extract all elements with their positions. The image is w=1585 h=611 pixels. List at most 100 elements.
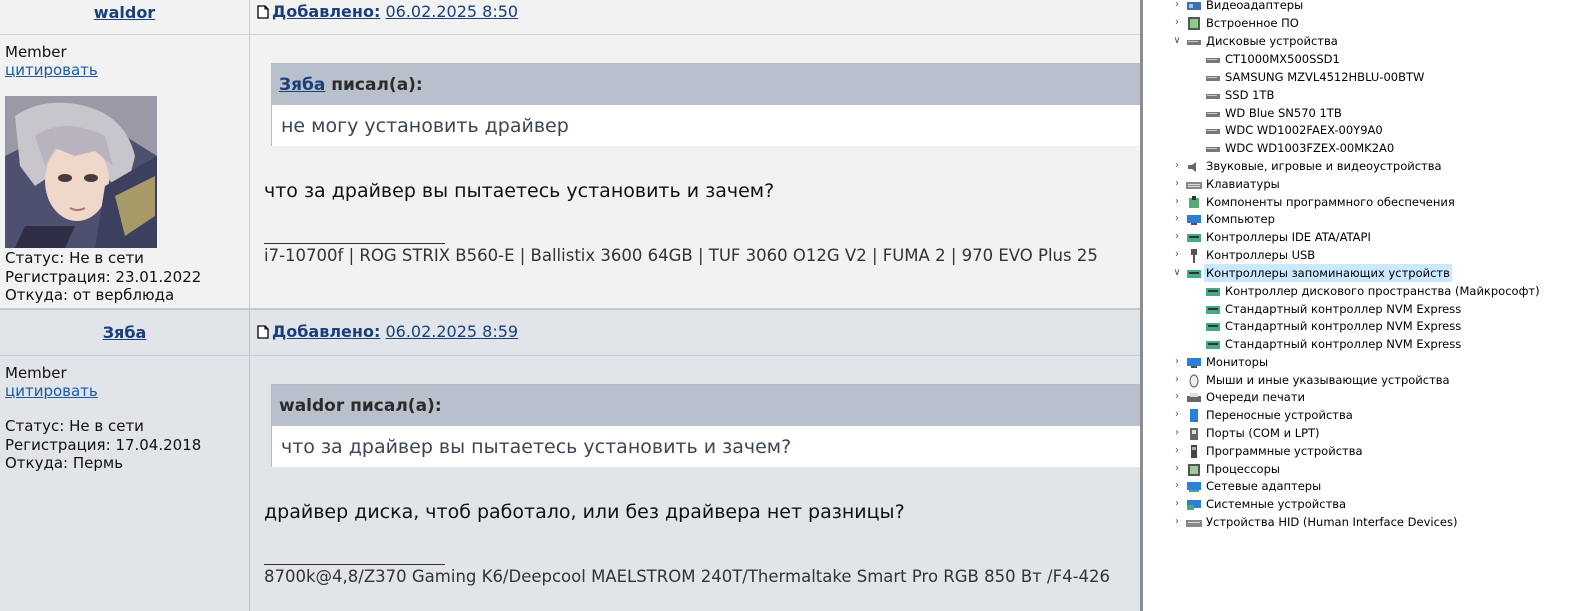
post-signature: i7-10700f | ROG STRIX B560-E | Ballistix… (264, 246, 1098, 265)
storage-controller-icon (1205, 303, 1221, 315)
storage-controller-icon (1205, 320, 1221, 332)
chevron-right-icon[interactable]: › (1171, 193, 1183, 211)
tree-category-monitors[interactable]: › Мониторы (1171, 353, 1571, 371)
tree-item-disk[interactable]: WDC WD1002FAEX-00Y9A0 (1205, 121, 1565, 139)
chevron-right-icon[interactable]: › (1171, 157, 1183, 175)
username-link[interactable]: waldor (0, 3, 249, 22)
chevron-right-icon[interactable]: › (1171, 495, 1183, 513)
disk-drive-icon (1205, 71, 1221, 83)
tree-label: Устройства HID (Human Interface Devices) (1206, 515, 1458, 529)
tree-category-disks[interactable]: ∨ Дисковые устройства (1171, 32, 1571, 50)
speaker-icon (1186, 160, 1202, 172)
tree-category-storage-controllers[interactable]: ∨ Контроллеры запоминающих устройств (1171, 264, 1571, 282)
storage-controller-icon (1205, 285, 1221, 297)
chevron-right-icon[interactable]: › (1171, 353, 1183, 371)
tree-item-storage-controller[interactable]: Стандартный контроллер NVM Express (1205, 335, 1575, 353)
device-manager-tree: › Видеоадаптеры › Встроенное ПО ∨ Дисков… (1140, 0, 1585, 611)
chevron-right-icon[interactable]: › (1171, 228, 1183, 246)
added-date[interactable]: 06.02.2025 8:59 (385, 322, 518, 341)
post-date: Добавлено: 06.02.2025 8:59 (257, 322, 518, 343)
tree-category-ide-controllers[interactable]: › Контроллеры IDE ATA/ATAPI (1171, 228, 1571, 246)
user-status: Статус: Не в сети (5, 249, 144, 267)
keyboard-icon (1186, 178, 1202, 190)
tree-label: Звуковые, игровые и видеоустройства (1206, 159, 1442, 173)
tree-category-keyboards[interactable]: › Клавиатуры (1171, 175, 1571, 193)
chevron-right-icon[interactable]: › (1171, 246, 1183, 264)
chevron-right-icon[interactable]: › (1171, 175, 1183, 193)
tree-label: Системные устройства (1206, 497, 1347, 511)
tree-item-disk[interactable]: WD Blue SN570 1TB (1205, 104, 1565, 122)
disk-drive-icon (1205, 107, 1221, 119)
tree-label: SSD 1TB (1225, 88, 1275, 102)
tree-category-firmware[interactable]: › Встроенное ПО (1171, 14, 1571, 32)
quote-suffix: писал(а): (331, 75, 423, 95)
firmware-icon (1186, 17, 1202, 30)
added-label[interactable]: Добавлено: (272, 322, 380, 341)
quote-link[interactable]: цитировать (5, 382, 98, 400)
tree-label: Стандартный контроллер NVM Express (1225, 319, 1462, 333)
quote-text: что за драйвер вы пытаетесь установить и… (281, 436, 792, 458)
chevron-right-icon[interactable]: › (1171, 460, 1183, 478)
quote-link[interactable]: цитировать (5, 61, 98, 79)
post-message: что за драйвер вы пытаетесь установить и… (264, 180, 775, 202)
tree-label: Клавиатуры (1206, 177, 1280, 191)
chevron-right-icon[interactable]: › (1171, 0, 1183, 14)
tree-label: Компьютер (1206, 212, 1275, 226)
tree-label: Встроенное ПО (1206, 16, 1299, 30)
chevron-right-icon[interactable]: › (1171, 388, 1183, 406)
tree-category-system-devices[interactable]: › Системные устройства (1171, 495, 1571, 513)
printer-icon (1186, 391, 1202, 403)
tree-item-storage-controller[interactable]: Стандартный контроллер NVM Express (1205, 300, 1575, 318)
username-link[interactable]: Зяба (0, 323, 249, 342)
tree-category-mice[interactable]: › Мыши и иные указывающие устройства (1171, 371, 1571, 389)
chevron-down-icon[interactable]: ∨ (1171, 32, 1183, 50)
tree-item-disk[interactable]: WDC WD1003FZEX-00MK2A0 (1205, 139, 1565, 157)
tree-item-disk[interactable]: SAMSUNG MZVL4512HBLU-00BTW (1205, 68, 1565, 86)
system-device-icon (1186, 498, 1202, 510)
chevron-down-icon[interactable]: ∨ (1171, 264, 1183, 282)
tree-label: WD Blue SN570 1TB (1225, 106, 1342, 120)
tree-item-storage-controller[interactable]: Стандартный контроллер NVM Express (1205, 317, 1575, 335)
tree-category-display-adapters[interactable]: › Видеоадаптеры (1171, 0, 1571, 14)
tree-label: Контроллер дискового пространства (Майкр… (1225, 284, 1540, 298)
disk-drive-icon (1205, 142, 1221, 154)
chevron-right-icon[interactable]: › (1171, 424, 1183, 442)
signature-divider (264, 243, 445, 244)
tree-label: Стандартный контроллер NVM Express (1225, 337, 1462, 351)
added-date[interactable]: 06.02.2025 8:50 (385, 2, 518, 21)
tree-category-computer[interactable]: › Компьютер (1171, 210, 1571, 228)
chevron-right-icon[interactable]: › (1171, 210, 1183, 228)
tree-label: Сетевые адаптеры (1206, 479, 1322, 493)
disk-drive-icon (1186, 35, 1202, 47)
tree-category-processors[interactable]: › Процессоры (1171, 460, 1571, 478)
tree-category-software-components[interactable]: › Компоненты программного обеспечения (1171, 193, 1571, 211)
tree-item-disk[interactable]: CT1000MX500SSD1 (1205, 50, 1565, 68)
forum-thread: waldor Member цитировать Статус: Не в се… (0, 0, 1140, 611)
tree-label: Компоненты программного обеспечения (1206, 195, 1455, 209)
tree-category-usb[interactable]: › Контроллеры USB (1171, 246, 1571, 264)
added-label[interactable]: Добавлено: (272, 2, 380, 21)
tree-category-network-adapters[interactable]: › Сетевые адаптеры (1171, 477, 1571, 495)
tree-item-storage-controller[interactable]: Контроллер дискового пространства (Майкр… (1205, 282, 1575, 300)
tree-label: Программные устройства (1206, 444, 1363, 458)
chevron-right-icon[interactable]: › (1171, 477, 1183, 495)
tree-label: Мыши и иные указывающие устройства (1206, 373, 1450, 387)
chevron-right-icon[interactable]: › (1171, 442, 1183, 460)
quote-block: waldor писал(а): что за драйвер вы пытае… (271, 384, 1140, 467)
tree-category-hid[interactable]: › Устройства HID (Human Interface Device… (1171, 513, 1571, 531)
tree-category-portable-devices[interactable]: › Переносные устройства (1171, 406, 1571, 424)
quote-author-link[interactable]: Зяба (279, 75, 325, 95)
user-status: Статус: Не в сети (5, 417, 144, 435)
tree-category-ports[interactable]: › Порты (COM и LPT) (1171, 424, 1571, 442)
chevron-right-icon[interactable]: › (1171, 406, 1183, 424)
chevron-right-icon[interactable]: › (1171, 513, 1183, 531)
chevron-right-icon[interactable]: › (1171, 371, 1183, 389)
tree-category-sound[interactable]: › Звуковые, игровые и видеоустройства (1171, 157, 1571, 175)
tree-category-print-queues[interactable]: › Очереди печати (1171, 388, 1571, 406)
signature-divider (264, 564, 445, 565)
tree-item-disk[interactable]: SSD 1TB (1205, 86, 1565, 104)
tree-category-software-devices[interactable]: › Программные устройства (1171, 442, 1571, 460)
chevron-right-icon[interactable]: › (1171, 14, 1183, 32)
tree-label: WDC WD1002FAEX-00Y9A0 (1225, 123, 1383, 137)
user-registration: Регистрация: 23.01.2022 (5, 267, 202, 286)
